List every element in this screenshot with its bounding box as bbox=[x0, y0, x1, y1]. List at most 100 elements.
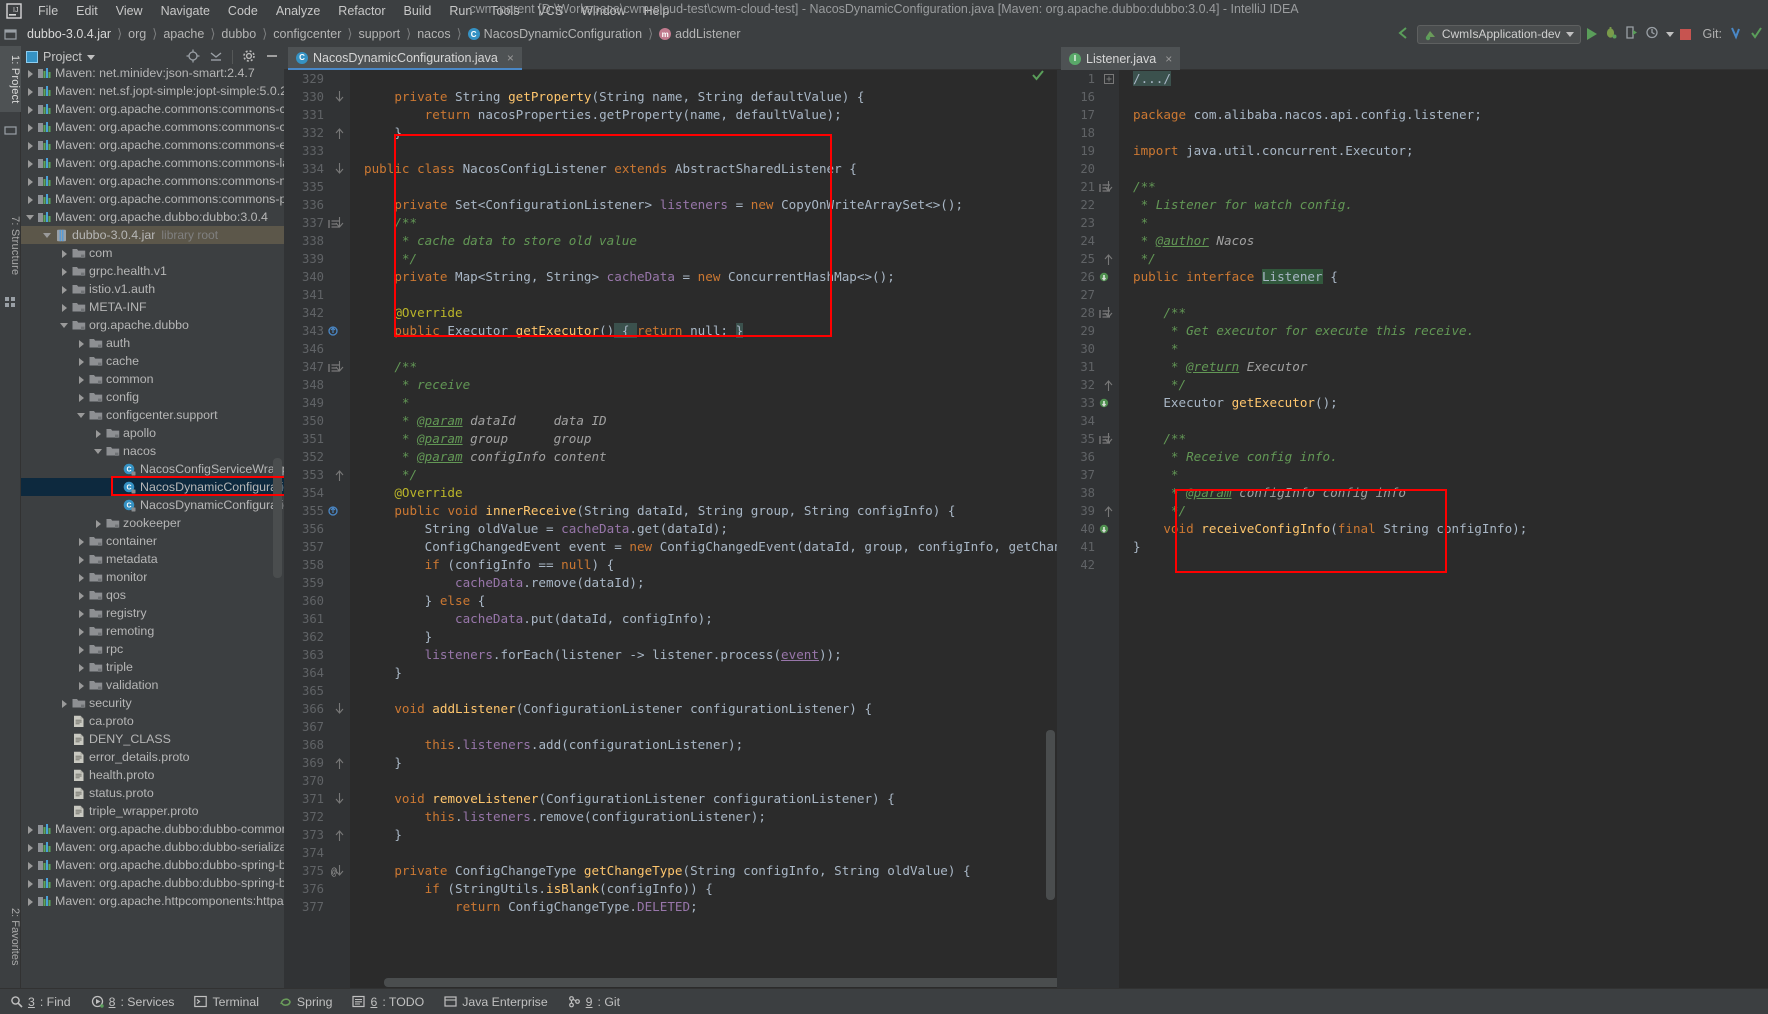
tree-row[interactable]: CNacosConfigServiceWrappe bbox=[21, 460, 284, 478]
tree-row[interactable]: CNacosDynamicConfiguratio bbox=[21, 478, 284, 496]
status-find[interactable]: 3: Find bbox=[0, 995, 81, 1009]
tree-row[interactable]: META-INF bbox=[21, 298, 284, 316]
git-commit-icon[interactable] bbox=[1749, 25, 1764, 43]
code-fold-toggle[interactable] bbox=[1103, 502, 1114, 520]
tree-row[interactable]: Maven: org.apache.commons:commons-m bbox=[21, 172, 284, 190]
code-fold-toggle[interactable] bbox=[334, 124, 345, 142]
code-fold-toggle[interactable] bbox=[334, 160, 345, 178]
breadcrumb-item-jar[interactable]: dubbo-3.0.4.jar bbox=[22, 26, 116, 42]
tree-row[interactable]: Maven: net.sf.jopt-simple:jopt-simple:5.… bbox=[21, 82, 284, 100]
tree-row[interactable]: Maven: net.minidev:json-smart:2.4.7 bbox=[21, 68, 284, 82]
chevron-right-icon[interactable] bbox=[76, 662, 87, 673]
menu-view[interactable]: View bbox=[107, 2, 152, 20]
tree-row[interactable]: validation bbox=[21, 676, 284, 694]
project-structure-icon[interactable] bbox=[0, 28, 20, 41]
tree-row[interactable]: org.apache.dubbo bbox=[21, 316, 284, 334]
tree-row[interactable]: common bbox=[21, 370, 284, 388]
back-arrow-icon[interactable] bbox=[1395, 25, 1411, 44]
tree-row[interactable]: nacos bbox=[21, 442, 284, 460]
chevron-right-icon[interactable] bbox=[25, 860, 36, 871]
code-fold-toggle[interactable] bbox=[1103, 70, 1114, 88]
stop-icon[interactable] bbox=[1680, 29, 1691, 40]
tree-row[interactable]: zookeeper bbox=[21, 514, 284, 532]
profiler-icon[interactable] bbox=[1645, 25, 1660, 43]
code-fold-toggle[interactable] bbox=[334, 466, 345, 484]
status-terminal[interactable]: Terminal bbox=[184, 995, 268, 1009]
tree-row[interactable]: CNacosDynamicConfiguratio bbox=[21, 496, 284, 514]
menu-refactor[interactable]: Refactor bbox=[329, 2, 394, 20]
breadcrumb-item-class[interactable]: C NacosDynamicConfiguration bbox=[463, 26, 647, 42]
tree-row[interactable]: Maven: org.apache.dubbo:dubbo-serializat bbox=[21, 838, 284, 856]
chevron-right-icon[interactable] bbox=[93, 428, 104, 439]
code-fold-toggle[interactable] bbox=[334, 214, 345, 232]
editor-code-left[interactable]: private String getProperty(String name, … bbox=[350, 70, 1057, 988]
tree-row[interactable]: com bbox=[21, 244, 284, 262]
tree-row[interactable]: health.proto bbox=[21, 766, 284, 784]
chevron-right-icon[interactable] bbox=[25, 176, 36, 187]
tree-row[interactable]: container bbox=[21, 532, 284, 550]
chevron-right-icon[interactable] bbox=[59, 302, 70, 313]
chevron-right-icon[interactable] bbox=[93, 518, 104, 529]
project-panel-title-group[interactable]: Project bbox=[26, 50, 95, 64]
close-icon[interactable]: × bbox=[1165, 52, 1172, 66]
chevron-right-icon[interactable] bbox=[59, 284, 70, 295]
tree-row[interactable]: Maven: org.apache.dubbo:dubbo:3.0.4 bbox=[21, 208, 284, 226]
chevron-right-icon[interactable] bbox=[59, 248, 70, 259]
editor-pane-right[interactable]: 1161718192021222324252627282930313233343… bbox=[1057, 70, 1768, 988]
chevron-right-icon[interactable] bbox=[25, 896, 36, 907]
tree-row[interactable]: Maven: org.apache.dubbo:dubbo-spring-b bbox=[21, 874, 284, 892]
chevron-right-icon[interactable] bbox=[76, 356, 87, 367]
menu-code[interactable]: Code bbox=[219, 2, 267, 20]
chevron-down-icon[interactable] bbox=[25, 212, 36, 223]
tree-row[interactable]: ca.proto bbox=[21, 712, 284, 730]
chevron-right-icon[interactable] bbox=[76, 338, 87, 349]
chevron-right-icon[interactable] bbox=[76, 644, 87, 655]
git-update-icon[interactable] bbox=[1728, 25, 1743, 43]
chevron-right-icon[interactable] bbox=[25, 878, 36, 889]
code-fold-toggle[interactable] bbox=[1103, 376, 1114, 394]
overriding-method-icon[interactable] bbox=[328, 325, 340, 343]
commit-icon[interactable] bbox=[4, 124, 17, 137]
breadcrumb-item-org[interactable]: org bbox=[123, 26, 151, 42]
collapse-all-icon[interactable] bbox=[209, 49, 223, 66]
chevron-down-icon[interactable] bbox=[42, 230, 53, 241]
overriding-method-icon[interactable] bbox=[328, 505, 340, 523]
tree-row[interactable]: dubbo-3.0.4.jarlibrary root bbox=[21, 226, 284, 244]
editor-tab-nacosdynamicconfiguration[interactable]: C NacosDynamicConfiguration.java × bbox=[288, 47, 522, 70]
tree-row[interactable]: monitor bbox=[21, 568, 284, 586]
tree-row[interactable]: DENY_CLASS bbox=[21, 730, 284, 748]
menu-tools[interactable]: Tools bbox=[481, 2, 528, 20]
code-fold-toggle[interactable] bbox=[1103, 250, 1114, 268]
editor-tab-listener[interactable]: I Listener.java × bbox=[1061, 47, 1180, 70]
chevron-right-icon[interactable] bbox=[76, 608, 87, 619]
chevron-right-icon[interactable] bbox=[76, 590, 87, 601]
tree-row[interactable]: security bbox=[21, 694, 284, 712]
chevron-right-icon[interactable] bbox=[25, 86, 36, 97]
menu-build[interactable]: Build bbox=[395, 2, 441, 20]
settings-gear-icon[interactable] bbox=[242, 49, 256, 66]
breadcrumb-item-apache[interactable]: apache bbox=[158, 26, 209, 42]
breadcrumb-item-method[interactable]: m addListener bbox=[654, 26, 745, 42]
chevron-down-icon[interactable] bbox=[87, 55, 95, 60]
tree-row[interactable]: grpc.health.v1 bbox=[21, 262, 284, 280]
tree-row[interactable]: Maven: org.apache.dubbo:dubbo-common bbox=[21, 820, 284, 838]
chevron-right-icon[interactable] bbox=[76, 572, 87, 583]
editor-gutter-left[interactable]: 3293303313323333343353363373383393403413… bbox=[284, 70, 350, 988]
status-spring[interactable]: Spring bbox=[269, 995, 343, 1009]
menu-run[interactable]: Run bbox=[440, 2, 481, 20]
tree-row[interactable]: config bbox=[21, 388, 284, 406]
tree-row[interactable]: remoting bbox=[21, 622, 284, 640]
editor-gutter-right[interactable]: 1161718192021222324252627282930313233343… bbox=[1057, 70, 1119, 988]
chevron-right-icon[interactable] bbox=[25, 104, 36, 115]
breadcrumb[interactable]: dubbo-3.0.4.jar ⟩ org ⟩ apache ⟩ dubbo ⟩… bbox=[22, 26, 745, 42]
chevron-down-icon[interactable] bbox=[93, 446, 104, 457]
chevron-down-icon[interactable] bbox=[1666, 32, 1674, 37]
hide-icon[interactable] bbox=[265, 49, 279, 66]
editor-vertical-scrollbar-left[interactable] bbox=[1046, 730, 1055, 900]
status-services[interactable]: 8: Services bbox=[81, 995, 185, 1009]
chevron-right-icon[interactable] bbox=[76, 626, 87, 637]
tree-row[interactable]: Maven: org.apache.dubbo:dubbo-spring-b bbox=[21, 856, 284, 874]
tree-row[interactable]: istio.v1.auth bbox=[21, 280, 284, 298]
chevron-right-icon[interactable] bbox=[25, 122, 36, 133]
tree-row[interactable]: triple bbox=[21, 658, 284, 676]
